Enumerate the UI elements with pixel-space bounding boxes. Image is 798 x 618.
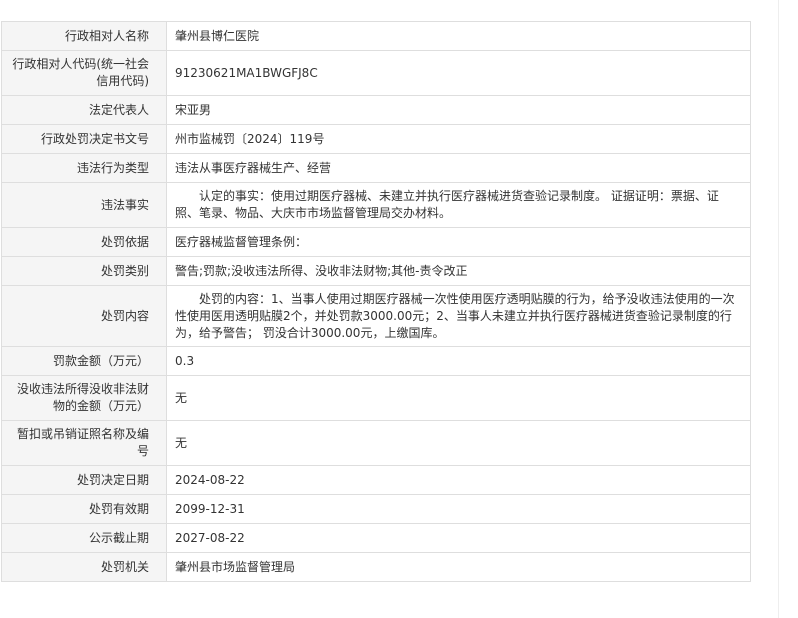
- table-row: 行政处罚决定书文号 州市监械罚〔2024〕119号: [1, 124, 751, 154]
- table-row: 处罚机关 肇州县市场监督管理局: [1, 552, 751, 582]
- table-row: 违法事实 认定的事实：使用过期医疗器械、未建立并执行医疗器械进货查验记录制度。 …: [1, 182, 751, 228]
- validity-value: 2099-12-31: [166, 494, 751, 524]
- table-row: 没收违法所得没收非法财物的金额（万元） 无: [1, 375, 751, 421]
- publicity-deadline-label: 公示截止期: [1, 523, 167, 553]
- publicity-deadline-value: 2027-08-22: [166, 523, 751, 553]
- license-revocation-label: 暂扣或吊销证照名称及编号: [1, 420, 167, 466]
- table-row: 法定代表人 宋亚男: [1, 95, 751, 125]
- page: 行政相对人名称 肇州县博仁医院 行政相对人代码(统一社会信用代码) 912306…: [0, 0, 798, 618]
- decision-doc-no-value: 州市监械罚〔2024〕119号: [166, 124, 751, 154]
- violation-type-value: 违法从事医疗器械生产、经营: [166, 153, 751, 183]
- table-row: 罚款金额（万元） 0.3: [1, 346, 751, 376]
- validity-label: 处罚有效期: [1, 494, 167, 524]
- legal-rep-value: 宋亚男: [166, 95, 751, 125]
- decision-date-label: 处罚决定日期: [1, 465, 167, 495]
- table-row: 处罚类别 警告;罚款;没收违法所得、没收非法财物;其他-责令改正: [1, 256, 751, 286]
- penalty-content-value: 处罚的内容：1、当事人使用过期医疗器械一次性使用医疗透明贴膜的行为，给予没收违法…: [175, 291, 735, 340]
- penalty-info-table: 行政相对人名称 肇州县博仁医院 行政相对人代码(统一社会信用代码) 912306…: [1, 21, 751, 582]
- penalty-content-label: 处罚内容: [1, 285, 167, 347]
- table-row: 行政相对人代码(统一社会信用代码) 91230621MA1BWGFJ8C: [1, 50, 751, 96]
- decision-date-value: 2024-08-22: [166, 465, 751, 495]
- confiscation-amount-value: 无: [166, 375, 751, 421]
- penalty-basis-label: 处罚依据: [1, 227, 167, 257]
- penalty-category-label: 处罚类别: [1, 256, 167, 286]
- admin-party-name-value: 肇州县博仁医院: [166, 21, 751, 51]
- credit-code-label: 行政相对人代码(统一社会信用代码): [1, 50, 167, 96]
- fine-amount-value: 0.3: [166, 346, 751, 376]
- violation-facts-value: 认定的事实：使用过期医疗器械、未建立并执行医疗器械进货查验记录制度。 证据证明：…: [175, 189, 719, 220]
- confiscation-amount-label: 没收违法所得没收非法财物的金额（万元）: [1, 375, 167, 421]
- violation-type-label: 违法行为类型: [1, 153, 167, 183]
- admin-party-name-label: 行政相对人名称: [1, 21, 167, 51]
- penalty-basis-value: 医疗器械监督管理条例：: [166, 227, 751, 257]
- table-row: 行政相对人名称 肇州县博仁医院: [1, 21, 751, 51]
- right-divider: [778, 0, 779, 618]
- table-row: 处罚决定日期 2024-08-22: [1, 465, 751, 495]
- table-row: 违法行为类型 违法从事医疗器械生产、经营: [1, 153, 751, 183]
- table-row: 暂扣或吊销证照名称及编号 无: [1, 420, 751, 466]
- table-row: 公示截止期 2027-08-22: [1, 523, 751, 553]
- decision-doc-no-label: 行政处罚决定书文号: [1, 124, 167, 154]
- table-row: 处罚内容 处罚的内容：1、当事人使用过期医疗器械一次性使用医疗透明贴膜的行为，给…: [1, 285, 751, 347]
- legal-rep-label: 法定代表人: [1, 95, 167, 125]
- table-row: 处罚有效期 2099-12-31: [1, 494, 751, 524]
- violation-facts-label: 违法事实: [1, 182, 167, 228]
- penalty-category-value: 警告;罚款;没收违法所得、没收非法财物;其他-责令改正: [166, 256, 751, 286]
- credit-code-value: 91230621MA1BWGFJ8C: [166, 50, 751, 96]
- authority-value: 肇州县市场监督管理局: [166, 552, 751, 582]
- table-row: 处罚依据 医疗器械监督管理条例：: [1, 227, 751, 257]
- license-revocation-value: 无: [166, 420, 751, 466]
- authority-label: 处罚机关: [1, 552, 167, 582]
- fine-amount-label: 罚款金额（万元）: [1, 346, 167, 376]
